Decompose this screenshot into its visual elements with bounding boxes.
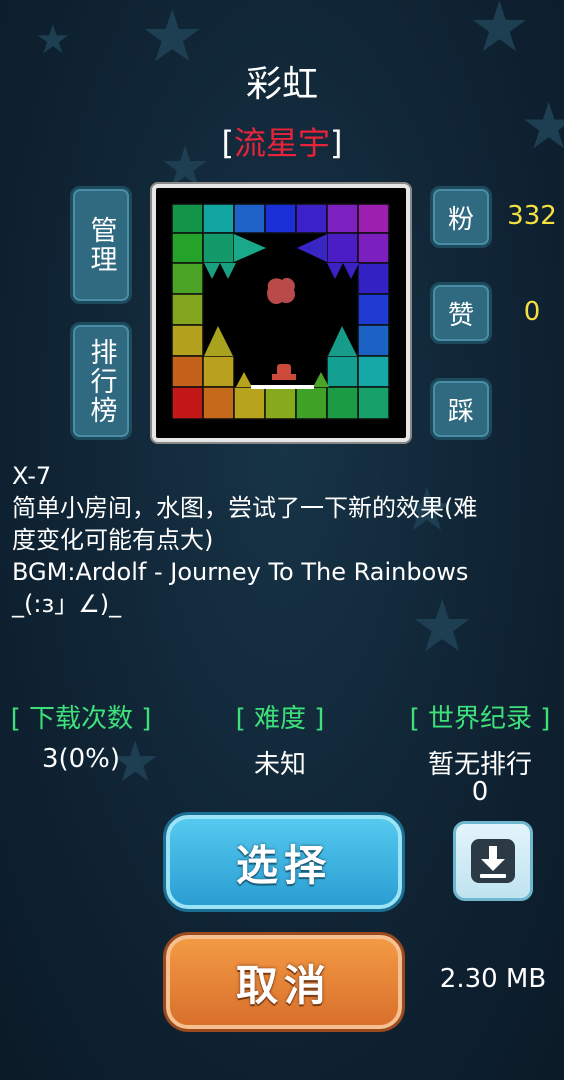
- background-star-icon: ★: [468, 0, 531, 68]
- downloads-value: 3(0%): [41, 744, 121, 774]
- select-button[interactable]: 选择: [166, 815, 402, 909]
- level-title: 彩虹: [245, 64, 318, 105]
- difficulty-label: [ 难度 ]: [235, 704, 325, 734]
- description-line: X-7: [12, 462, 52, 490]
- downloads-label: [ 下载次数 ]: [10, 704, 152, 734]
- description-line: 度变化可能有点大): [12, 526, 214, 554]
- background-star-icon: ★: [35, 17, 71, 63]
- dislike-button[interactable]: 踩: [430, 378, 492, 440]
- file-size: 2.30 MB: [439, 964, 547, 994]
- like-button[interactable]: 赞: [430, 282, 492, 344]
- likes-count: 0: [523, 297, 541, 327]
- level-author[interactable]: [流星宇]: [0, 118, 564, 164]
- ranking-button[interactable]: 排行榜: [70, 322, 132, 440]
- world-record-label: [ 世界纪录 ]: [409, 704, 551, 734]
- world-record-count: 0: [471, 777, 489, 807]
- description-line: 简单小房间，水图，尝试了一下新的效果(难: [12, 494, 478, 522]
- cancel-button[interactable]: 取消: [166, 935, 402, 1029]
- description-line: _(:з」∠)_: [12, 590, 122, 618]
- fans-button[interactable]: 粉: [430, 186, 492, 248]
- manage-button[interactable]: 管理: [70, 186, 132, 304]
- level-preview: [152, 184, 410, 442]
- fans-count: 332: [507, 201, 557, 231]
- description-line: BGM:Ardolf - Journey To The Rainbows: [12, 558, 469, 586]
- difficulty-value: 未知: [253, 750, 306, 780]
- world-record-value: 暂无排行: [427, 750, 532, 780]
- download-button[interactable]: [453, 821, 533, 901]
- level-preview-map: [171, 203, 390, 420]
- download-icon: [471, 839, 515, 883]
- author-name[interactable]: 流星宇: [234, 124, 330, 162]
- level-description: X-7 简单小房间，水图，尝试了一下新的效果(难 度变化可能有点大) BGM:A…: [12, 460, 557, 620]
